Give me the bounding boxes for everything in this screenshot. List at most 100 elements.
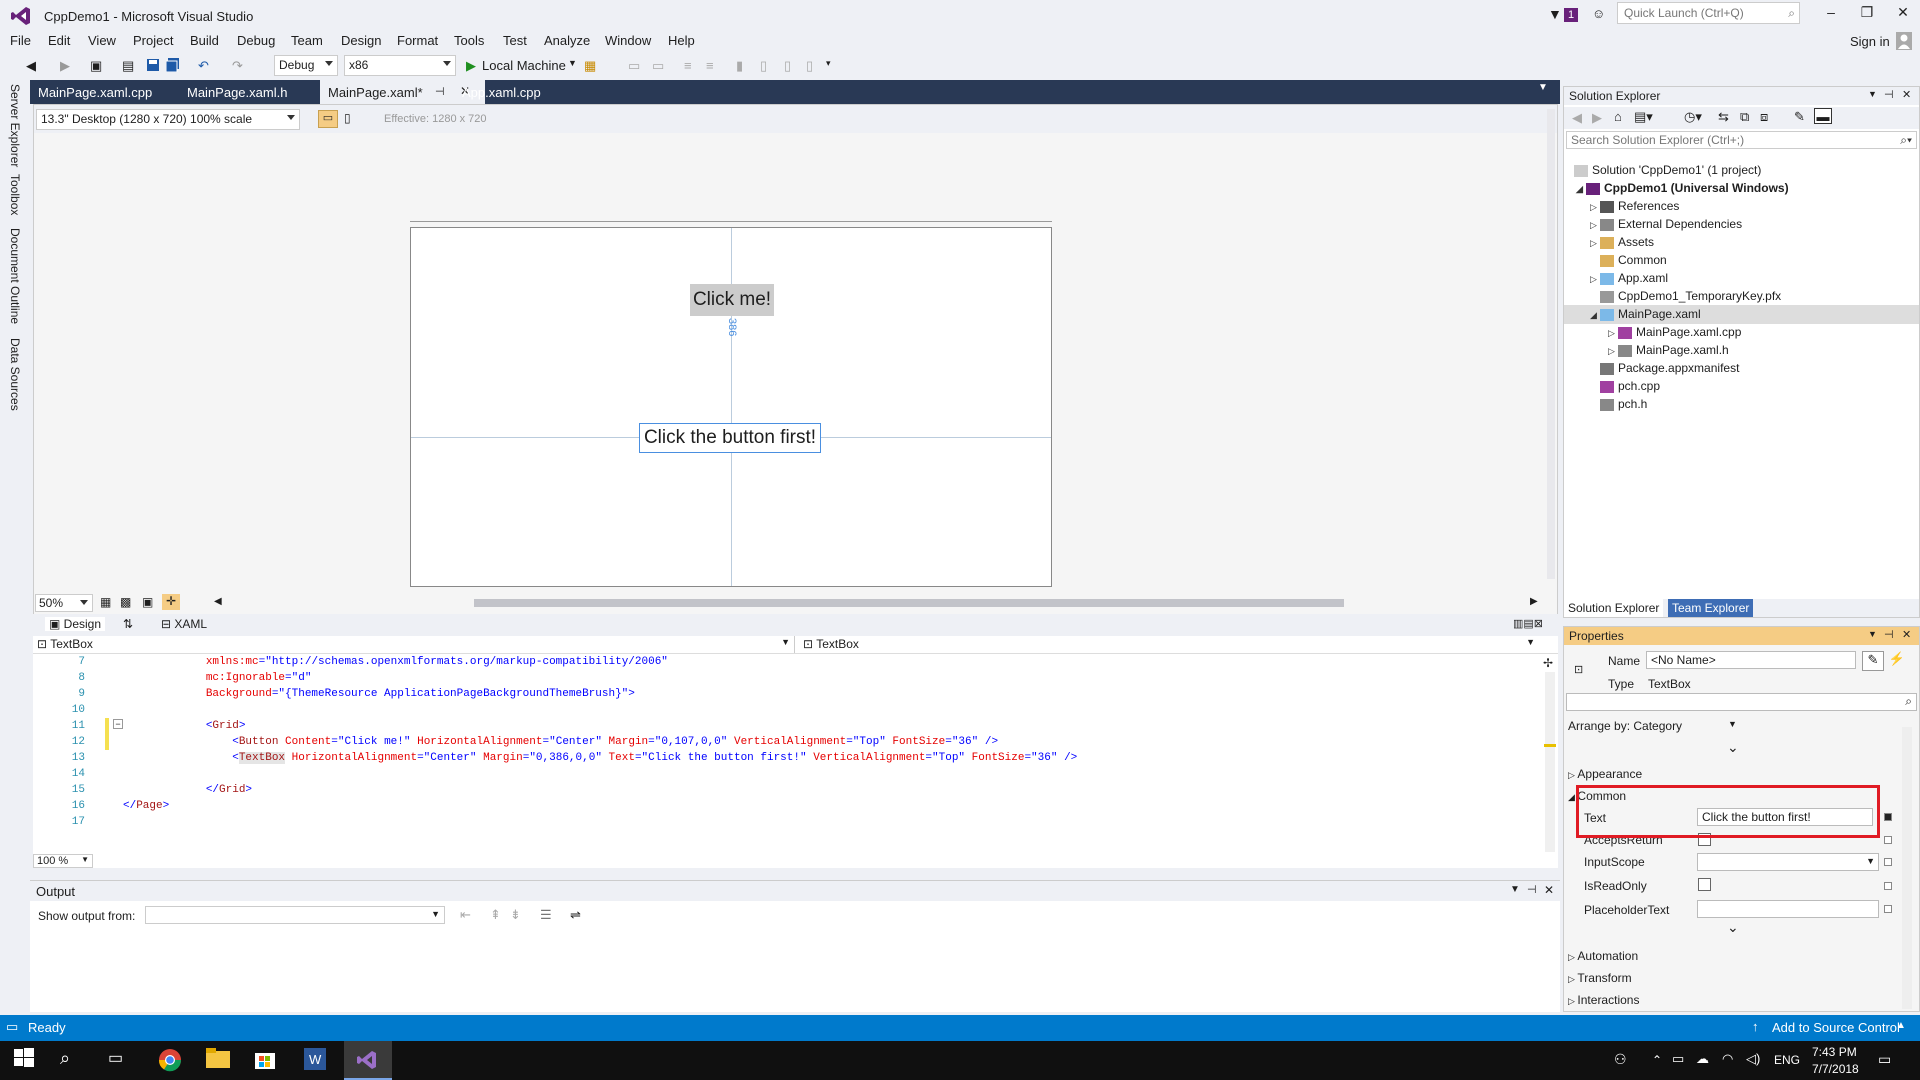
scroll-left-icon[interactable]: ◀ [214, 596, 222, 607]
onedrive-icon[interactable]: ☁ [1696, 1051, 1709, 1067]
input-scope-select[interactable]: ▼ [1697, 853, 1879, 871]
prev-bookmark-icon[interactable]: ▯ [760, 58, 767, 74]
tree-item-external-dependencies[interactable]: ▷ External Dependencies [1590, 215, 1742, 234]
tree-item-temporary-key[interactable]: CppDemo1_TemporaryKey.pfx [1600, 287, 1781, 305]
save-icon[interactable] [146, 58, 160, 75]
server-explorer-tab[interactable]: Server Explorer [8, 84, 22, 167]
show-hidden-icons-icon[interactable]: ⌃ [1652, 1053, 1662, 1067]
tab-list-dropdown-icon[interactable]: ▼ [1538, 82, 1548, 93]
save-all-icon[interactable] [165, 58, 180, 75]
device-select[interactable]: 13.3" Desktop (1280 x 720) 100% scale [36, 109, 300, 130]
menu-view[interactable]: View [88, 33, 116, 48]
editor-vertical-scrollbar[interactable] [1545, 672, 1555, 852]
data-sources-tab[interactable]: Data Sources [8, 338, 22, 411]
home-icon[interactable]: ⌂ [1614, 109, 1622, 124]
run-dropdown-icon[interactable]: ▼ [568, 58, 577, 68]
tree-item-mainpage-xaml-cpp[interactable]: ▷ MainPage.xaml.cpp [1608, 323, 1741, 342]
menu-team[interactable]: Team [291, 33, 323, 48]
next-bookmark-icon[interactable]: ▯ [784, 58, 791, 74]
events-lightning-icon[interactable]: ⚡ [1886, 651, 1908, 671]
menu-test[interactable]: Test [503, 33, 527, 48]
output-source-select[interactable]: ▼ [145, 906, 445, 924]
redo-icon[interactable]: ↷ [232, 58, 243, 74]
battery-icon[interactable]: ▭ [1672, 1051, 1684, 1067]
find-in-files-icon[interactable]: ▦ [584, 58, 596, 74]
word-wrap-icon[interactable]: ⇌ [570, 907, 581, 923]
tree-item-solution[interactable]: Solution 'CppDemo1' (1 project) [1574, 161, 1761, 179]
portrait-icon[interactable]: ▯ [344, 111, 351, 125]
clear-all-icon[interactable]: ☰ [540, 907, 552, 923]
prev-message-icon[interactable]: ⇞ [490, 907, 501, 923]
language-indicator[interactable]: ENG [1774, 1053, 1800, 1067]
sign-in-link[interactable]: Sign in [1850, 34, 1890, 49]
tab-team-explorer[interactable]: Team Explorer [1668, 599, 1754, 617]
notifications-button[interactable]: ▼ 1 [1548, 6, 1580, 24]
start-debugging-button[interactable]: Local Machine [482, 58, 566, 73]
pin-icon[interactable]: ⊣ [1884, 628, 1894, 641]
solution-configuration-select[interactable]: Debug [274, 55, 338, 76]
arrange-by-select[interactable]: Arrange by: Category [1568, 719, 1682, 733]
show-all-files-icon[interactable]: ⧈ [1760, 109, 1768, 125]
find-message-icon[interactable]: ⇤ [460, 907, 471, 923]
uncomment-icon[interactable]: ≡ [706, 58, 714, 73]
swap-panes-icon[interactable]: ⇅ [123, 617, 133, 631]
forward-icon[interactable]: ▶ [1592, 110, 1602, 126]
landscape-icon[interactable]: ▭ [318, 110, 338, 128]
action-center-icon[interactable]: ▭ [1878, 1051, 1891, 1068]
tree-item-assets[interactable]: ▷ Assets [1590, 233, 1654, 252]
chrome-icon[interactable] [158, 1048, 182, 1072]
property-marker[interactable] [1884, 882, 1892, 890]
close-icon[interactable]: ✕ [1902, 628, 1911, 641]
tree-item-package-manifest[interactable]: Package.appxmanifest [1600, 359, 1739, 377]
clear-bookmarks-icon[interactable]: ▯ [806, 58, 813, 74]
menu-format[interactable]: Format [397, 33, 438, 48]
tree-item-mainpage-xaml-h[interactable]: ▷ MainPage.xaml.h [1608, 341, 1729, 360]
add-to-source-control-button[interactable]: Add to Source Control [1772, 1020, 1900, 1035]
pin-icon[interactable]: ⊣ [1527, 883, 1537, 896]
pin-icon[interactable]: ⊣ [1884, 88, 1894, 101]
design-tab[interactable]: ▣ Design [45, 617, 106, 631]
tree-item-pch-h[interactable]: pch.h [1600, 395, 1647, 413]
name-input[interactable]: <No Name> [1646, 651, 1856, 669]
placeholder-text-input[interactable] [1697, 900, 1879, 918]
quick-launch-input[interactable]: Quick Launch (Ctrl+Q) ⌕ [1617, 2, 1800, 24]
word-icon[interactable]: W [304, 1048, 328, 1072]
toolbox-tab[interactable]: Toolbox [8, 174, 22, 215]
toolbar-icon-a[interactable]: ▭ [628, 58, 640, 74]
undo-icon[interactable]: ↶ [198, 58, 209, 74]
maximize-button[interactable]: ❐ [1852, 4, 1882, 24]
account-icon[interactable] [1896, 32, 1912, 53]
properties-icon[interactable]: ✎ [1794, 109, 1805, 125]
element-dropdown-right[interactable]: ⊡ TextBox ▼ [799, 636, 1539, 653]
tree-item-pch-cpp[interactable]: pch.cpp [1600, 377, 1660, 395]
switch-views-icon[interactable]: ▤▾ [1634, 109, 1653, 125]
property-marker[interactable] [1884, 836, 1892, 844]
property-marker[interactable] [1884, 813, 1892, 821]
property-marker[interactable] [1884, 905, 1892, 913]
file-explorer-icon[interactable] [206, 1048, 230, 1072]
snap-grid-icon[interactable]: ▩ [120, 595, 131, 609]
menu-analyze[interactable]: Analyze [544, 33, 590, 48]
scroll-right-icon[interactable]: ▶ [1530, 596, 1538, 607]
clock-date[interactable]: 7/7/2018 [1812, 1062, 1859, 1076]
feedback-icon[interactable]: ☺ [1592, 6, 1605, 21]
vertical-scrollbar[interactable] [1547, 109, 1555, 579]
toolbar-icon-b[interactable]: ▭ [652, 58, 664, 74]
tab-app-xaml-cpp[interactable]: App.xaml.cpp [454, 80, 549, 104]
toolbar-overflow-icon[interactable]: ▾ [826, 58, 831, 69]
design-textbox[interactable]: Click the button first! [639, 423, 821, 453]
window-menu-icon[interactable]: ▼ [1510, 884, 1520, 895]
solution-search-input[interactable]: Search Solution Explorer (Ctrl+;) ⌕▾ [1566, 131, 1917, 149]
task-view-icon[interactable]: ▭ [108, 1048, 132, 1072]
windows-start-icon[interactable] [14, 1048, 38, 1072]
visual-studio-taskbar-button[interactable] [344, 1041, 392, 1080]
pin-icon[interactable]: ⊣ [435, 85, 445, 98]
tree-item-common[interactable]: Common [1600, 251, 1667, 269]
tree-item-references[interactable]: ▷ References [1590, 197, 1679, 216]
expand-chevron-icon[interactable]: ⌄ [1727, 919, 1739, 936]
editor-split-icon[interactable]: ✢ [1543, 656, 1553, 670]
artboard-icon[interactable]: ▣ [142, 595, 153, 609]
tab-mainpage-xaml-h[interactable]: MainPage.xaml.h [179, 80, 295, 104]
xaml-code-editor[interactable]: 7 8 9 10 11 12 13 14 15 16 17 − xmlns:mc… [33, 654, 1558, 868]
forward-icon[interactable]: ▶ [60, 58, 70, 74]
